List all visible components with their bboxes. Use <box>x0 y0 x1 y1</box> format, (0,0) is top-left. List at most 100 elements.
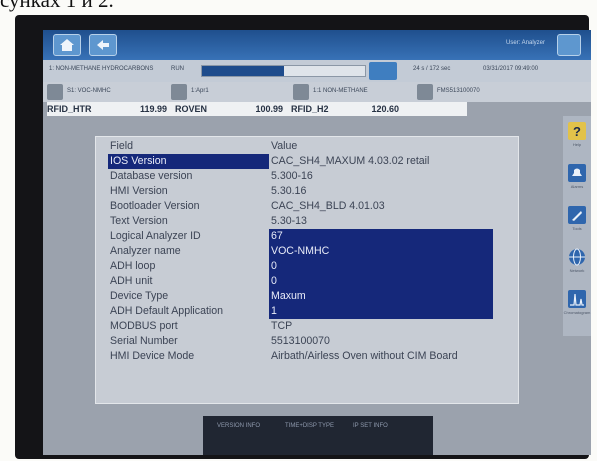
sidebar-item-network[interactable]: Network <box>566 248 588 284</box>
meas-value: 100.99 <box>255 104 283 114</box>
value-cell[interactable]: 0 <box>269 259 493 274</box>
status-mode: RUN <box>171 66 184 72</box>
field-cell: ADH Default Application <box>110 305 224 317</box>
table-row[interactable]: IOS Version CAC_SH4_MAXUM 4.03.02 retail <box>108 154 508 169</box>
value-cell[interactable]: Maxum <box>269 289 493 304</box>
value-cell: TCP <box>271 320 293 332</box>
sidebar-item-label: Help <box>572 142 582 147</box>
back-icon <box>97 40 109 50</box>
alarm-icon <box>568 164 586 182</box>
wrench-icon <box>568 206 586 224</box>
table-row[interactable]: Serial Number 5513100070 <box>108 334 508 349</box>
field-cell: Serial Number <box>110 335 178 347</box>
table-row[interactable]: Database version 5.300-16 <box>108 169 508 184</box>
value-cell: Airbath/Airless Oven without CIM Board <box>271 350 458 362</box>
meas-value: 119.99 <box>139 104 167 114</box>
value-cell[interactable]: 1 <box>269 304 493 319</box>
stream-3-label: 1:1 NON-METHANE <box>313 88 368 94</box>
table-row[interactable]: ADH loop 0 <box>108 259 508 274</box>
svg-text:?: ? <box>573 124 581 139</box>
stream-4-icon[interactable] <box>417 84 433 100</box>
sidebar-item-label: Alarms <box>570 184 584 189</box>
table-header: Field Value <box>108 139 508 154</box>
status-datetime: 03/31/2017 09:49:00 <box>483 66 539 72</box>
field-cell: Database version <box>110 170 193 182</box>
chromatogram-icon <box>568 290 586 308</box>
column-header-field: Field <box>110 140 133 152</box>
table-row[interactable]: Bootloader Version CAC_SH4_BLD 4.01.03 <box>108 199 508 214</box>
cycle-time: 24 s / 172 sec <box>413 66 451 72</box>
ip-set-info-button[interactable]: IP SET INFO <box>353 422 415 449</box>
sidebar-item-tools[interactable]: Tools <box>566 206 588 242</box>
table-row[interactable]: ADH unit 0 <box>108 274 508 289</box>
stream-1-icon[interactable] <box>47 84 63 100</box>
field-cell: IOS Version <box>108 154 269 169</box>
table-row[interactable]: ADH Default Application 1 <box>108 304 508 319</box>
meas-value: 120.60 <box>371 104 399 114</box>
meas-name: RFID_HTR <box>47 104 92 114</box>
field-cell: Analyzer name <box>110 245 181 257</box>
help-icon: ? <box>568 122 586 140</box>
top-toolbar: User: Analyzer <box>43 30 591 60</box>
table-row[interactable]: Logical Analyzer ID 67 <box>108 229 508 244</box>
document-caption: сунках 1 и 2. <box>0 0 114 12</box>
stream-1-label: S1: VOC-NMHC <box>67 88 111 94</box>
meas-name: RFID_H2 <box>291 104 329 114</box>
cycle-progress-bar <box>201 65 366 77</box>
field-cell: ADH unit <box>110 275 153 287</box>
field-cell: Logical Analyzer ID <box>110 230 201 242</box>
field-cell: Device Type <box>110 290 169 302</box>
back-button[interactable] <box>89 34 117 56</box>
stream-2-label: 1:Apr1 <box>191 88 209 94</box>
progress-fill <box>202 66 284 76</box>
right-sidebar: ? Help Alarms Tools Network Chromatogram <box>563 116 591 336</box>
status-left-text: 1: NON-METHANE HYDROCARBONS <box>49 66 154 72</box>
sidebar-item-alarms[interactable]: Alarms <box>566 164 588 200</box>
sidebar-item-label: Network <box>569 268 585 273</box>
field-cell: Text Version <box>110 215 168 227</box>
sidebar-item-help[interactable]: ? Help <box>566 122 588 158</box>
sidebar-item-label: Chromatogram <box>563 310 591 315</box>
stream-3-icon[interactable] <box>293 84 309 100</box>
value-cell: 5513100070 <box>271 335 330 347</box>
table-row[interactable]: Text Version 5.30-13 <box>108 214 508 229</box>
home-button[interactable] <box>53 34 81 56</box>
table-row[interactable]: HMI Version 5.30.16 <box>108 184 508 199</box>
stream-2-icon[interactable] <box>171 84 187 100</box>
sidebar-item-label: Tools <box>572 226 582 231</box>
sidebar-item-chromatogram[interactable]: Chromatogram <box>563 290 591 326</box>
field-cell: HMI Device Mode <box>110 350 195 362</box>
analyzer-screen: User: Analyzer 1: NON-METHANE HYDROCARBO… <box>43 30 591 455</box>
stream-status-icon[interactable] <box>369 62 397 80</box>
corner-help-button[interactable] <box>557 34 581 56</box>
user-label: User: Analyzer <box>505 40 545 46</box>
value-cell[interactable]: 67 <box>269 229 493 244</box>
field-cell: HMI Version <box>110 185 168 197</box>
version-info-button[interactable]: VERSION INFO <box>217 422 279 449</box>
value-cell: CAC_SH4_MAXUM 4.03.02 retail <box>271 155 430 167</box>
home-icon <box>60 39 74 51</box>
status-bar: 1: NON-METHANE HYDROCARBONS RUN 24 s / 1… <box>43 60 591 82</box>
field-cell: ADH loop <box>110 260 156 272</box>
stream-bar: S1: VOC-NMHC 1:Apr1 1:1 NON-METHANE FMS5… <box>43 82 591 102</box>
version-info-table: Field Value IOS Version CAC_SH4_MAXUM 4.… <box>108 139 508 377</box>
stream-4-label: FMS513100070 <box>437 88 480 94</box>
table-row[interactable]: HMI Device Mode Airbath/Airless Oven wit… <box>108 349 508 377</box>
table-row[interactable]: Device Type Maxum <box>108 289 508 304</box>
value-cell[interactable]: VOC-NMHC <box>269 244 493 259</box>
bottom-softkey-bar: VERSION INFO TIME+DISP TYPE IP SET INFO <box>203 416 433 455</box>
measurement-strip: RFID_HTR 119.99 ROVEN 100.99 RFID_H2 120… <box>47 102 467 116</box>
meas-name: ROVEN <box>175 104 208 114</box>
table-row[interactable]: MODBUS port TCP <box>108 319 508 334</box>
value-cell: CAC_SH4_BLD 4.01.03 <box>271 200 385 212</box>
value-cell: 5.30.16 <box>271 185 307 197</box>
table-row[interactable]: Analyzer name VOC-NMHC <box>108 244 508 259</box>
field-cell: Bootloader Version <box>110 200 200 212</box>
value-cell[interactable]: 0 <box>269 274 493 289</box>
version-info-panel: Field Value IOS Version CAC_SH4_MAXUM 4.… <box>95 136 519 404</box>
column-header-value: Value <box>271 140 298 152</box>
value-cell: 5.30-13 <box>271 215 307 227</box>
value-cell: 5.300-16 <box>271 170 313 182</box>
globe-icon <box>569 248 585 266</box>
time-disp-type-button[interactable]: TIME+DISP TYPE <box>285 422 347 449</box>
